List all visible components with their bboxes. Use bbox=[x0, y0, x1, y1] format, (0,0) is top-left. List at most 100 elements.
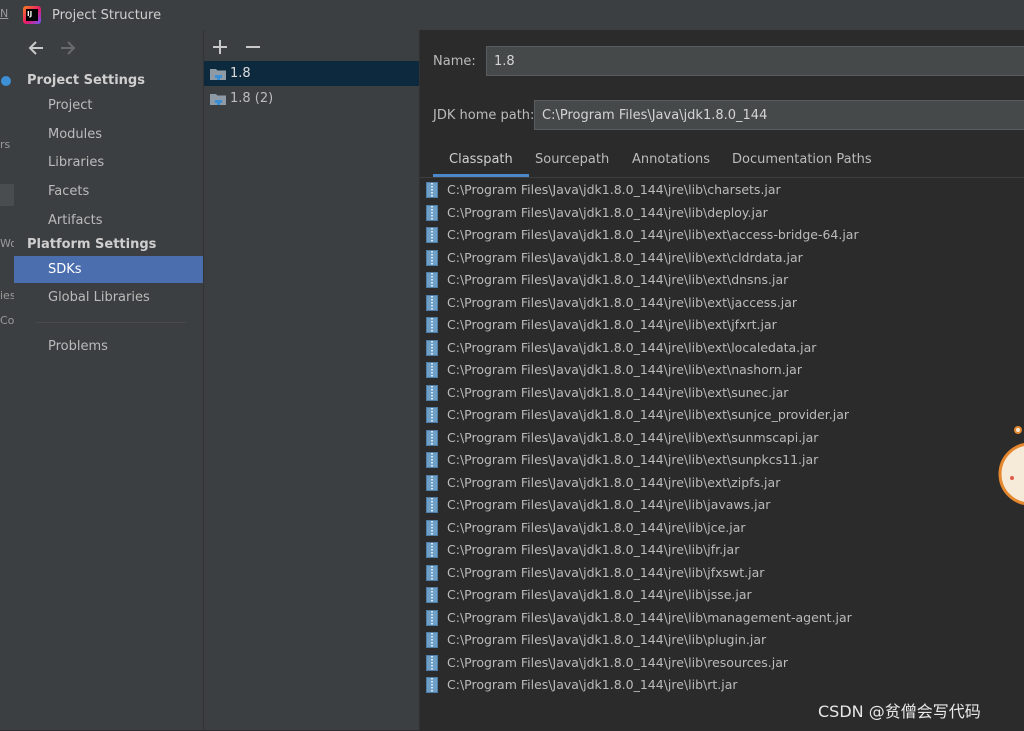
jdk-folder-icon bbox=[210, 69, 226, 80]
jar-file-icon bbox=[426, 519, 438, 536]
nav-item-project[interactable]: Project bbox=[14, 92, 203, 119]
classpath-entry: C:\Program Files\Java\jdk1.8.0_144\jre\l… bbox=[447, 384, 789, 400]
nav-item-sdks[interactable]: SDKs bbox=[14, 256, 203, 283]
jar-file-icon bbox=[426, 587, 438, 603]
classpath-row[interactable]: C:\Program Files\Java\jdk1.8.0_144\jre\l… bbox=[420, 314, 1024, 336]
tab-sourcepath[interactable]: Sourcepath bbox=[535, 146, 609, 174]
sdk-list-item[interactable]: 1.8 bbox=[204, 61, 419, 86]
tab-annotations[interactable]: Annotations bbox=[632, 146, 710, 174]
jar-file-icon bbox=[426, 609, 438, 626]
classpath-row[interactable]: C:\Program Files\Java\jdk1.8.0_144\jre\l… bbox=[420, 269, 1024, 291]
jar-file-icon bbox=[426, 542, 438, 558]
classpath-row[interactable]: C:\Program Files\Java\jdk1.8.0_144\jre\l… bbox=[420, 472, 1024, 494]
sdk-label: 1.8 bbox=[230, 66, 251, 81]
classpath-entry: C:\Program Files\Java\jdk1.8.0_144\jre\l… bbox=[447, 429, 819, 445]
classpath-row[interactable]: C:\Program Files\Java\jdk1.8.0_144\jre\l… bbox=[420, 337, 1024, 359]
classpath-entry: C:\Program Files\Java\jdk1.8.0_144\jre\l… bbox=[447, 677, 738, 692]
classpath-row[interactable]: C:\Program Files\Java\jdk1.8.0_144\jre\l… bbox=[420, 359, 1024, 381]
jar-file-icon bbox=[426, 407, 438, 423]
classpath-entry: C:\Program Files\Java\jdk1.8.0_144\jre\l… bbox=[447, 294, 798, 310]
mascot-sticker-icon bbox=[998, 426, 1024, 505]
jar-file-icon bbox=[426, 654, 438, 671]
arrow-left-icon[interactable] bbox=[24, 36, 48, 60]
arrow-right-icon[interactable] bbox=[56, 36, 80, 60]
jar-file-icon bbox=[426, 249, 438, 266]
jdk-home-path-input[interactable] bbox=[534, 100, 1024, 130]
classpath-entry: C:\Program Files\Java\jdk1.8.0_144\jre\l… bbox=[447, 249, 803, 265]
classpath-row[interactable]: C:\Program Files\Java\jdk1.8.0_144\jre\l… bbox=[420, 562, 1024, 584]
classpath-row[interactable]: C:\Program Files\Java\jdk1.8.0_144\jre\l… bbox=[420, 517, 1024, 539]
classpath-entry: C:\Program Files\Java\jdk1.8.0_144\jre\l… bbox=[447, 587, 752, 602]
nav-item-modules[interactable]: Modules bbox=[14, 121, 203, 148]
jar-file-icon bbox=[426, 272, 438, 288]
classpath-row[interactable]: C:\Program Files\Java\jdk1.8.0_144\jre\l… bbox=[420, 539, 1024, 561]
jar-file-icon bbox=[426, 339, 438, 356]
jar-file-icon bbox=[426, 677, 438, 693]
classpath-row[interactable]: C:\Program Files\Java\jdk1.8.0_144\jre\l… bbox=[420, 224, 1024, 246]
classpath-row[interactable]: C:\Program Files\Java\jdk1.8.0_144\jre\l… bbox=[420, 449, 1024, 471]
classpath-row[interactable]: C:\Program Files\Java\jdk1.8.0_144\jre\l… bbox=[420, 427, 1024, 449]
classpath-row[interactable]: C:\Program Files\Java\jdk1.8.0_144\jre\l… bbox=[420, 584, 1024, 606]
nav-item-problems[interactable]: Problems bbox=[14, 333, 203, 360]
jar-file-icon bbox=[426, 474, 438, 491]
classpath-entry: C:\Program Files\Java\jdk1.8.0_144\jre\l… bbox=[447, 272, 789, 287]
classpath-row[interactable]: C:\Program Files\Java\jdk1.8.0_144\jre\l… bbox=[420, 607, 1024, 629]
jar-file-icon bbox=[426, 294, 438, 311]
classpath-list[interactable]: C:\Program Files\Java\jdk1.8.0_144\jre\l… bbox=[420, 177, 1024, 731]
classpath-entry: C:\Program Files\Java\jdk1.8.0_144\jre\l… bbox=[447, 542, 740, 557]
nav-item-facets[interactable]: Facets bbox=[14, 178, 203, 205]
background-selection-bar bbox=[0, 184, 14, 206]
classpath-entry: C:\Program Files\Java\jdk1.8.0_144\jre\l… bbox=[447, 339, 817, 355]
jar-file-icon bbox=[426, 429, 438, 446]
background-text-fragment: rs bbox=[0, 138, 11, 151]
jar-file-icon bbox=[426, 317, 438, 333]
classpath-entry: C:\Program Files\Java\jdk1.8.0_144\jre\l… bbox=[447, 407, 850, 422]
platform-settings-heading: Platform Settings bbox=[27, 237, 157, 252]
jar-file-icon bbox=[426, 452, 438, 468]
classpath-row[interactable]: C:\Program Files\Java\jdk1.8.0_144\jre\l… bbox=[420, 494, 1024, 516]
background-menu-fragment: N bbox=[0, 7, 9, 20]
classpath-row[interactable]: C:\Program Files\Java\jdk1.8.0_144\jre\l… bbox=[420, 629, 1024, 651]
project-settings-heading: Project Settings bbox=[27, 73, 145, 88]
csdn-watermark: CSDN @贫僧会写代码 bbox=[818, 702, 981, 721]
classpath-row[interactable]: C:\Program Files\Java\jdk1.8.0_144\jre\l… bbox=[420, 179, 1024, 201]
classpath-entry: C:\Program Files\Java\jdk1.8.0_144\jre\l… bbox=[447, 317, 777, 332]
tab-classpath[interactable]: Classpath bbox=[433, 146, 529, 177]
dialog-title: Project Structure bbox=[52, 8, 162, 23]
classpath-row[interactable]: C:\Program Files\Java\jdk1.8.0_144\jre\l… bbox=[420, 674, 1024, 696]
nav-item-global-libraries[interactable]: Global Libraries bbox=[14, 284, 203, 311]
jar-file-icon bbox=[426, 497, 438, 513]
classpath-entry: C:\Program Files\Java\jdk1.8.0_144\jre\l… bbox=[447, 227, 859, 242]
background-status-icon bbox=[1, 76, 11, 86]
nav-item-libraries[interactable]: Libraries bbox=[14, 149, 203, 176]
jar-file-icon bbox=[426, 564, 438, 581]
classpath-row[interactable]: C:\Program Files\Java\jdk1.8.0_144\jre\l… bbox=[420, 292, 1024, 314]
sdk-name-input[interactable] bbox=[486, 46, 1024, 76]
classpath-entry: C:\Program Files\Java\jdk1.8.0_144\jre\l… bbox=[447, 474, 781, 490]
classpath-entry: C:\Program Files\Java\jdk1.8.0_144\jre\l… bbox=[447, 497, 771, 512]
classpath-row[interactable]: C:\Program Files\Java\jdk1.8.0_144\jre\l… bbox=[420, 202, 1024, 224]
classpath-row[interactable]: C:\Program Files\Java\jdk1.8.0_144\jre\l… bbox=[420, 652, 1024, 674]
classpath-row[interactable]: C:\Program Files\Java\jdk1.8.0_144\jre\l… bbox=[420, 382, 1024, 404]
intellij-logo-icon: IJ bbox=[23, 6, 41, 24]
sdk-list-item[interactable]: 1.8 (2) bbox=[204, 86, 419, 111]
plus-icon[interactable] bbox=[209, 36, 231, 58]
settings-navigation: Project Settings Project Modules Librari… bbox=[14, 30, 204, 730]
sdk-details-pane: Name: JDK home path: Classpath Sourcepat… bbox=[420, 30, 1024, 731]
background-ide-window: N rs Wo ies Co bbox=[0, 0, 17, 730]
jar-file-icon bbox=[426, 632, 438, 648]
jar-file-icon bbox=[426, 182, 438, 198]
tab-documentation-paths[interactable]: Documentation Paths bbox=[732, 146, 872, 174]
classpath-row[interactable]: C:\Program Files\Java\jdk1.8.0_144\jre\l… bbox=[420, 247, 1024, 269]
sdk-label: 1.8 (2) bbox=[230, 91, 274, 106]
classpath-entry: C:\Program Files\Java\jdk1.8.0_144\jre\l… bbox=[447, 564, 765, 580]
jar-file-icon bbox=[426, 227, 438, 243]
classpath-row[interactable]: C:\Program Files\Java\jdk1.8.0_144\jre\l… bbox=[420, 404, 1024, 426]
minus-icon[interactable] bbox=[242, 36, 264, 58]
dialog-title-bar[interactable]: IJ Project Structure bbox=[14, 0, 1024, 30]
nav-item-artifacts[interactable]: Artifacts bbox=[14, 207, 203, 234]
classpath-entry: C:\Program Files\Java\jdk1.8.0_144\jre\l… bbox=[447, 609, 852, 625]
name-label: Name: bbox=[433, 54, 476, 69]
jdk-home-path-label: JDK home path: bbox=[433, 108, 535, 123]
classpath-entry: C:\Program Files\Java\jdk1.8.0_144\jre\l… bbox=[447, 182, 781, 197]
